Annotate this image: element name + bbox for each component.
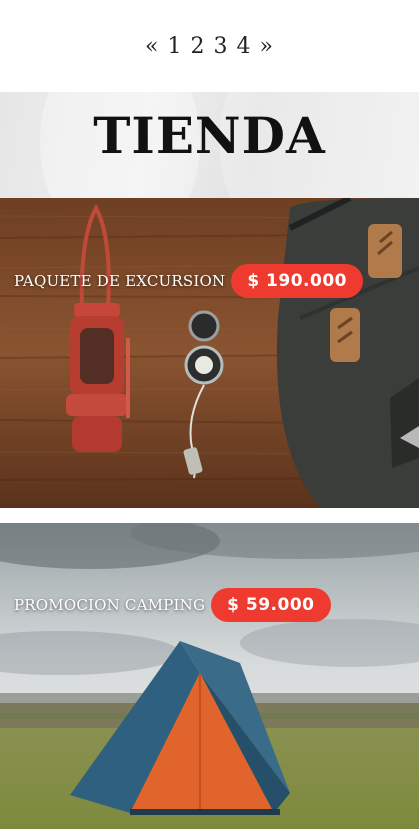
product-card-camping[interactable]: PROMOCION CAMPING $ 59.000 [0,523,419,829]
product-label: PAQUETE DE EXCURSION $ 190.000 [14,264,363,298]
backpack-icon [276,198,419,508]
pagination: « 1 2 3 4 » [0,0,419,92]
pagination-page-2[interactable]: 2 [191,34,206,59]
product-label: PROMOCION CAMPING $ 59.000 [14,588,331,622]
pagination-page-4[interactable]: 4 [237,34,252,59]
hero-banner: TIENDA [0,92,419,198]
tent-landscape-photo [0,523,419,829]
pagination-page-1[interactable]: 1 [168,34,183,59]
pagination-prev[interactable]: « [145,34,159,59]
page-title: TIENDA [93,106,326,165]
product-card-excursion[interactable]: PAQUETE DE EXCURSION $ 190.000 [0,198,419,508]
product-name: PROMOCION CAMPING [14,596,206,614]
lantern-compass-backpack-photo [0,198,419,508]
product-name: PAQUETE DE EXCURSION [14,272,226,290]
pagination-page-3[interactable]: 3 [214,34,229,59]
price-badge[interactable]: $ 59.000 [211,588,331,622]
price-badge[interactable]: $ 190.000 [231,264,363,298]
pagination-next[interactable]: » [260,34,274,59]
